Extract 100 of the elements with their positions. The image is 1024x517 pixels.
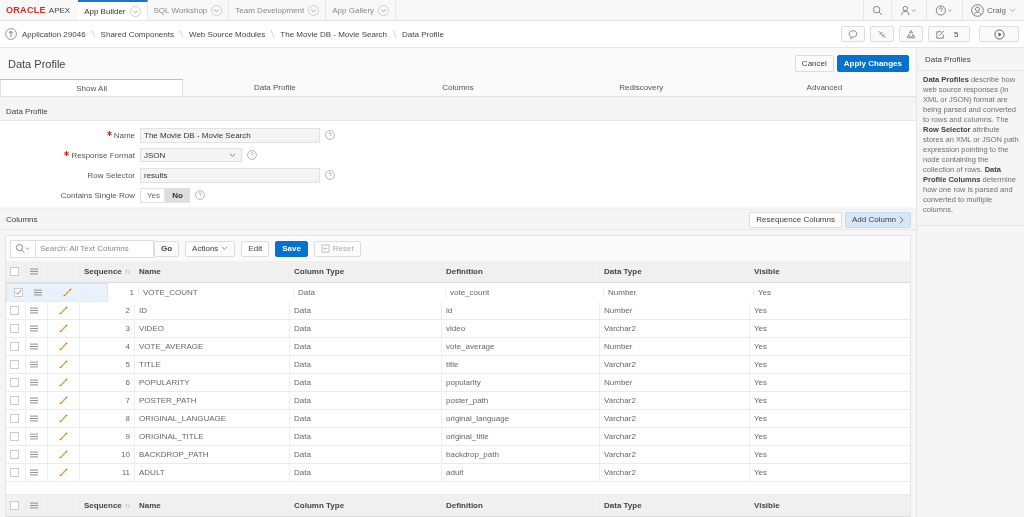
select-all-checkbox[interactable] — [10, 267, 19, 276]
row-menu-icon[interactable] — [30, 361, 38, 368]
row-checkbox[interactable] — [10, 306, 19, 315]
column-header[interactable]: Column Type — [294, 501, 345, 510]
table-cell: Yes — [754, 450, 768, 459]
go-button[interactable]: Go — [154, 240, 180, 257]
column-header[interactable]: Sequence — [84, 501, 122, 510]
select-all-checkbox[interactable] — [10, 501, 19, 510]
resequence-columns-button[interactable]: Resequence Columns — [749, 211, 842, 228]
row-checkbox[interactable] — [10, 468, 19, 477]
pencil-icon[interactable] — [59, 360, 68, 369]
row-checkbox[interactable] — [10, 396, 19, 405]
required-icon — [64, 150, 70, 156]
edit-button[interactable]: Edit — [241, 240, 270, 257]
row-menu-icon[interactable] — [30, 433, 38, 440]
row-menu-icon[interactable] — [30, 325, 38, 332]
pencil-icon[interactable] — [59, 414, 68, 423]
table-cell: Yes — [754, 378, 768, 387]
pencil-icon[interactable] — [59, 378, 68, 387]
row-checkbox[interactable] — [10, 342, 19, 351]
edit-page-button[interactable]: 5 — [928, 26, 970, 42]
menu-icon[interactable] — [30, 502, 38, 509]
row-menu-icon[interactable] — [30, 397, 38, 404]
tab[interactable]: Rediscovery — [549, 79, 733, 97]
row-menu-icon[interactable] — [30, 451, 38, 458]
text-field[interactable]: The Movie DB - Movie Search — [140, 127, 320, 143]
pencil-icon[interactable] — [63, 288, 72, 297]
cancel-button[interactable]: Cancel — [794, 55, 834, 73]
row-menu-icon[interactable] — [30, 469, 38, 476]
column-header[interactable]: Definition — [446, 501, 483, 510]
nav-tab[interactable]: App Builder — [78, 0, 148, 20]
help-icon[interactable] — [247, 150, 257, 161]
pencil-icon[interactable] — [59, 306, 68, 315]
row-checkbox[interactable] — [10, 378, 19, 387]
breadcrumb-link[interactable]: Application 29046 — [22, 29, 86, 39]
column-header[interactable]: Name — [139, 267, 161, 276]
actions-menu-button[interactable]: Actions — [185, 240, 236, 257]
toggle-option[interactable]: No — [165, 187, 190, 203]
comment-button[interactable] — [841, 26, 865, 42]
row-checkbox[interactable] — [10, 432, 19, 441]
column-header[interactable]: Data Type — [604, 267, 642, 276]
toggle-option[interactable]: Yes — [140, 187, 165, 203]
column-header[interactable]: Sequence — [84, 267, 122, 276]
user-menu-button[interactable]: Craig — [961, 0, 1024, 20]
table-cell: adult — [446, 468, 464, 477]
help-icon[interactable] — [195, 190, 205, 201]
pencil-icon[interactable] — [59, 396, 68, 405]
run-page-button[interactable] — [979, 26, 1019, 42]
breadcrumb-link[interactable]: Web Source Modules — [189, 29, 266, 39]
breadcrumb-link[interactable]: Shared Components — [100, 29, 174, 39]
nav-tab[interactable]: Team Development — [229, 0, 327, 20]
tab[interactable]: Data Profile — [183, 79, 367, 97]
help-title: Data Profiles — [925, 54, 971, 64]
row-checkbox[interactable] — [14, 288, 23, 297]
nav-tab[interactable]: App Gallery — [326, 0, 397, 20]
menu-icon[interactable] — [30, 268, 38, 275]
save-button[interactable]: Save — [275, 240, 308, 257]
help-icon[interactable] — [325, 130, 335, 141]
row-menu-icon[interactable] — [30, 343, 38, 350]
pencil-icon[interactable] — [59, 324, 68, 333]
add-column-button[interactable]: Add Column — [844, 211, 911, 228]
up-arrow-icon[interactable] — [5, 28, 17, 40]
row-menu-icon[interactable] — [30, 307, 38, 314]
search-menu-button[interactable] — [10, 239, 36, 258]
row-menu-icon[interactable] — [34, 289, 42, 296]
tab[interactable]: Show All — [0, 79, 184, 97]
pencil-icon[interactable] — [59, 342, 68, 351]
column-header[interactable]: Visible — [754, 267, 780, 276]
breadcrumb-link[interactable]: The Movie DB - Movie Search — [280, 29, 388, 39]
row-menu-icon[interactable] — [30, 415, 38, 422]
column-header[interactable]: Data Type — [604, 501, 642, 510]
column-header[interactable]: Visible — [754, 501, 780, 510]
row-checkbox[interactable] — [10, 324, 19, 333]
table-cell: id — [446, 306, 453, 315]
column-header[interactable]: Column Type — [294, 267, 345, 276]
field-label: Contains Single Row — [60, 190, 135, 200]
column-header[interactable]: Definition — [446, 267, 483, 276]
tab[interactable]: Columns — [366, 79, 550, 97]
table-cell: TITLE — [139, 360, 161, 369]
shared-components-button[interactable] — [899, 26, 923, 42]
pencil-icon[interactable] — [59, 468, 68, 477]
row-checkbox[interactable] — [10, 414, 19, 423]
column-header[interactable]: Name — [139, 501, 161, 510]
help-icon[interactable] — [325, 170, 335, 181]
oracle-logo[interactable]: ORACLE — [6, 5, 46, 15]
apply-changes-button[interactable]: Apply Changes — [836, 55, 909, 73]
tab[interactable]: Advanced — [732, 79, 916, 97]
search-field[interactable]: Search: All Text Columns — [36, 239, 154, 258]
table-cell: Varchar2 — [604, 450, 636, 459]
row-checkbox[interactable] — [10, 360, 19, 369]
select-field[interactable]: JSON — [140, 148, 242, 163]
text-field[interactable]: results — [140, 167, 320, 183]
row-checkbox[interactable] — [10, 450, 19, 459]
page-title: Data Profile — [8, 57, 66, 70]
pencil-icon[interactable] — [59, 432, 68, 441]
nav-tab[interactable]: SQL Workshop — [147, 0, 230, 20]
row-menu-icon[interactable] — [30, 379, 38, 386]
pencil-icon[interactable] — [59, 450, 68, 459]
table-cell: Data — [294, 396, 311, 405]
table-cell: Data — [294, 432, 311, 441]
